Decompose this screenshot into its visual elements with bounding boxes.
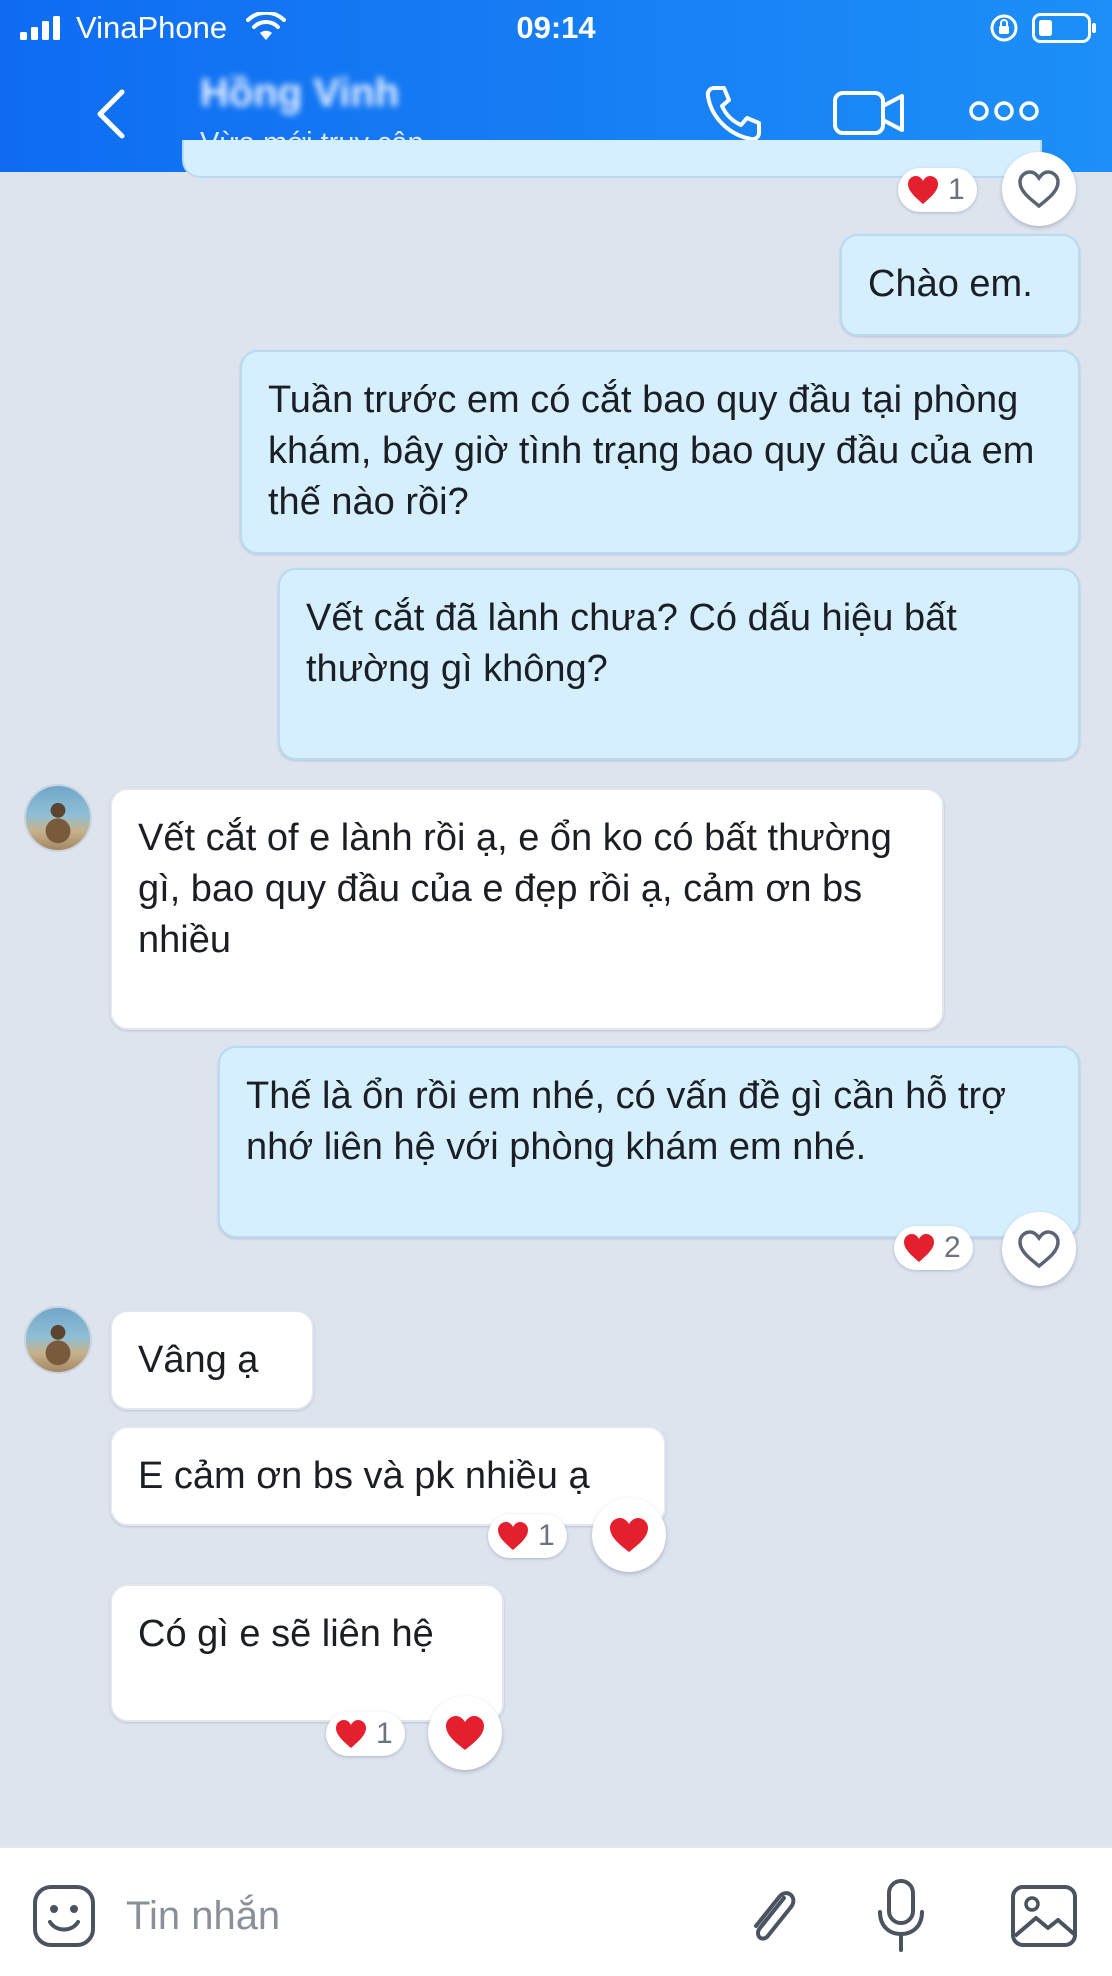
contact-avatar[interactable] — [24, 1306, 92, 1374]
phone-call-button[interactable] — [700, 82, 766, 144]
message-text: Vết cắt of e lành rồi ạ, e ổn ko có bất … — [138, 817, 892, 961]
message-text: Chào em. — [868, 263, 1033, 305]
message-text: Vâng ạ — [138, 1339, 259, 1381]
battery-icon — [1032, 13, 1096, 43]
status-time: 09:14 — [516, 10, 596, 45]
message-bubble-outgoing[interactable]: Tuần trước em có cắt bao quy đầu tại phò… — [240, 350, 1080, 554]
message-bubble-outgoing[interactable]: Chào em. — [840, 234, 1080, 336]
message-input[interactable] — [126, 1888, 686, 1944]
react-button-active[interactable] — [592, 1498, 666, 1572]
heart-icon — [498, 1522, 528, 1550]
react-button[interactable] — [1002, 152, 1076, 226]
message-bubble-incoming[interactable]: E cảm ơn bs và pk nhiều ạ — [110, 1426, 666, 1526]
react-button-active[interactable] — [428, 1696, 502, 1770]
heart-outline-icon — [1018, 170, 1060, 209]
attachment-button[interactable] — [744, 1880, 800, 1952]
reaction-count-value: 2 — [944, 1231, 961, 1264]
back-button[interactable] — [82, 82, 142, 146]
reaction-count[interactable]: 1 — [898, 168, 977, 212]
emoji-button[interactable] — [32, 1884, 96, 1948]
reaction-count-value: 1 — [538, 1519, 555, 1552]
message-text: Tuần trước em có cắt bao quy đầu tại phò… — [268, 379, 1035, 523]
contact-avatar[interactable] — [24, 784, 92, 852]
message-bubble-incoming[interactable]: Vâng ạ — [110, 1310, 314, 1410]
reaction-count-value: 1 — [948, 173, 965, 206]
react-button[interactable] — [1002, 1212, 1076, 1286]
heart-icon — [336, 1720, 366, 1748]
video-call-button[interactable] — [832, 88, 906, 138]
heart-icon — [904, 1234, 934, 1262]
message-bubble-incoming[interactable]: Vết cắt of e lành rồi ạ, e ổn ko có bất … — [110, 788, 944, 1030]
message-composer — [0, 1846, 1112, 1976]
microphone-button[interactable] — [876, 1878, 926, 1954]
message-bubble-outgoing[interactable]: Vết cắt đã lành chưa? Có dấu hiệu bất th… — [278, 568, 1080, 760]
message-text: Vết cắt đã lành chưa? Có dấu hiệu bất th… — [306, 597, 957, 690]
reaction-count[interactable]: 1 — [488, 1514, 567, 1558]
message-text: Thế là ổn rồi em nhé, có vấn đề gì cần h… — [246, 1075, 1007, 1168]
heart-icon — [908, 176, 938, 204]
message-bubble-outgoing[interactable]: Thế là ổn rồi em nhé, có vấn đề gì cần h… — [218, 1046, 1080, 1238]
message-text: Có gì e sẽ liên hệ — [138, 1613, 434, 1655]
heart-icon — [610, 1518, 648, 1552]
contact-name[interactable]: Hồng Vinh — [200, 70, 399, 116]
image-button[interactable] — [1010, 1884, 1078, 1948]
reaction-count[interactable]: 1 — [326, 1712, 405, 1756]
reaction-count[interactable]: 2 — [894, 1226, 973, 1270]
reaction-count-value: 1 — [376, 1717, 393, 1750]
rotation-lock-icon — [990, 14, 1018, 42]
message-text: E cảm ơn bs và pk nhiều ạ — [138, 1455, 590, 1497]
heart-outline-icon — [1018, 1230, 1060, 1269]
heart-icon — [446, 1716, 484, 1750]
status-bar: VinaPhone 09:14 — [0, 0, 1112, 56]
more-options-button[interactable] — [968, 96, 1040, 126]
